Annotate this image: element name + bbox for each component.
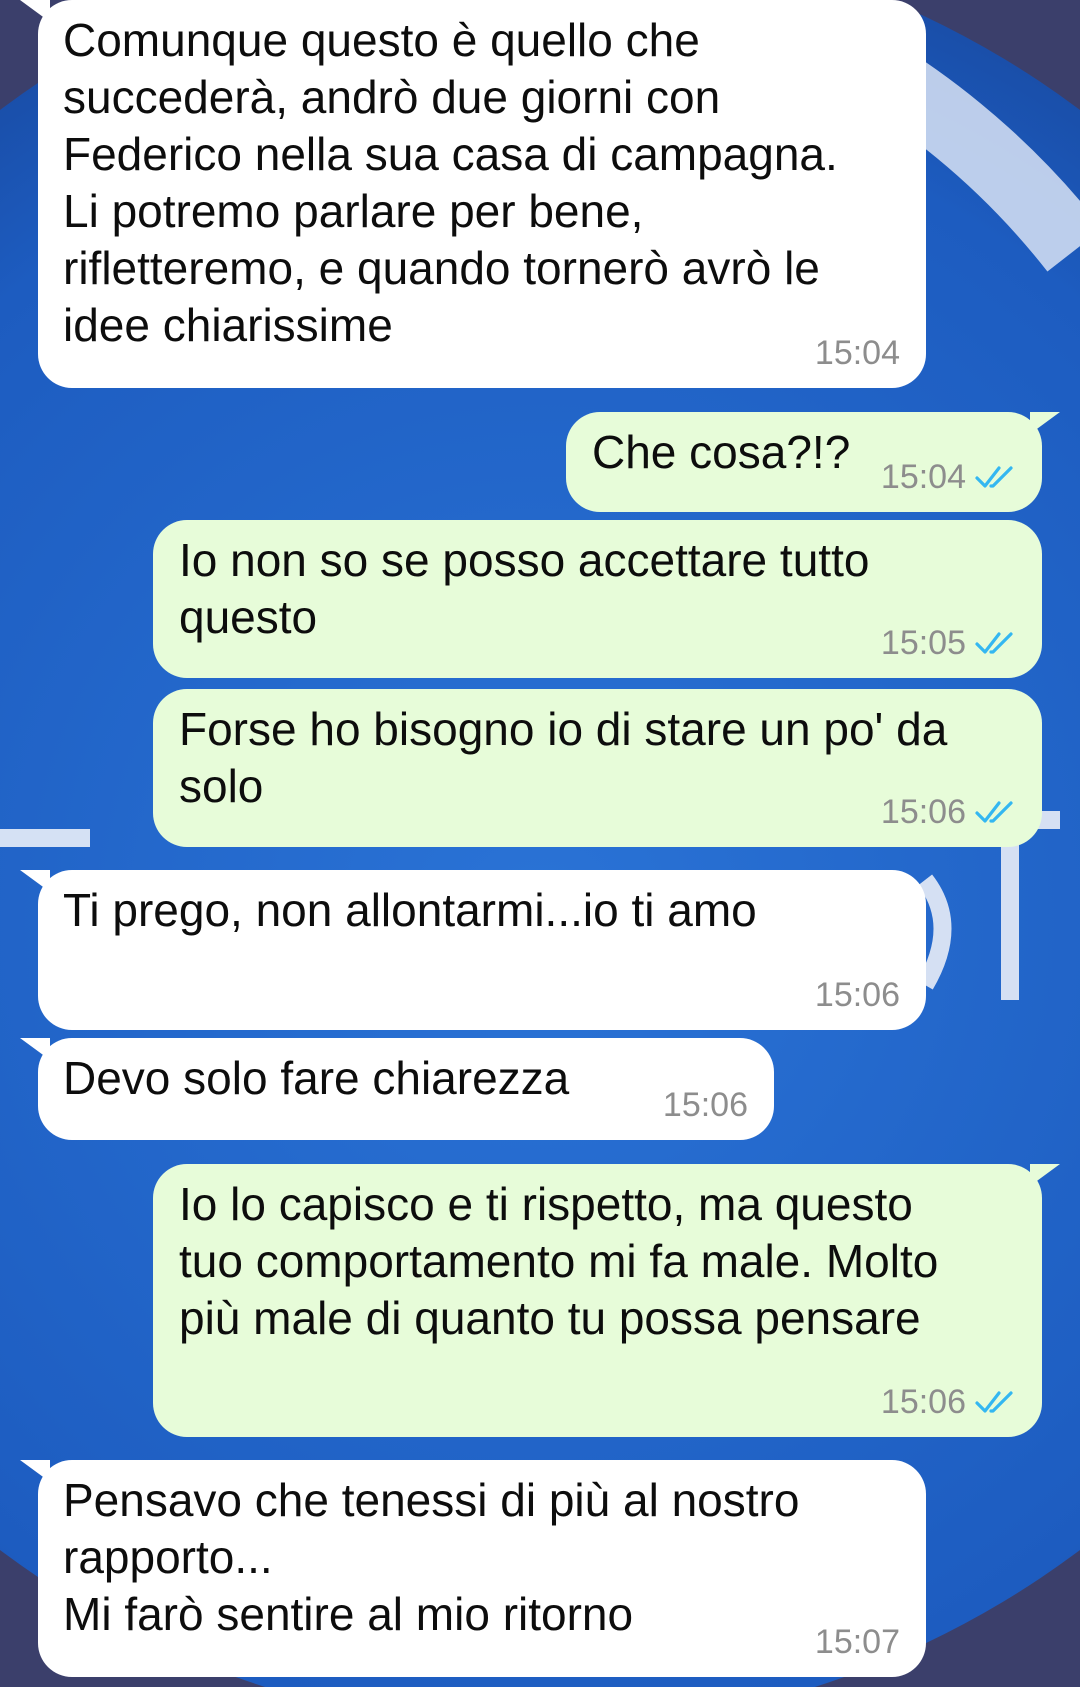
message-text: Devo solo fare chiarezza (63, 1052, 570, 1104)
message-text: Pensavo che tenessi di più al nostro rap… (63, 1474, 800, 1640)
message-timestamp: 15:05 (880, 624, 966, 662)
message-timestamp: 15:06 (814, 976, 900, 1014)
message-meta: 15:06 (881, 795, 1016, 829)
message-meta: 15:04 (881, 460, 1016, 494)
message-text: Ti prego, non allontarmi...io ti amo (63, 884, 757, 936)
message-bubble-incoming[interactable]: Pensavo che tenessi di più al nostro rap… (20, 1460, 926, 1677)
message-meta: 15:07 (815, 1625, 900, 1659)
message-timestamp: 15:04 (880, 458, 966, 496)
message-timestamp: 15:06 (880, 1383, 966, 1421)
message-bubble-incoming[interactable]: Ti prego, non allontarmi...io ti amo 15:… (20, 870, 926, 1030)
message-meta: 15:04 (815, 336, 900, 370)
message-meta: 15:06 (881, 1385, 1016, 1419)
message-bubble-outgoing[interactable]: Io non so se posso accettare tutto quest… (153, 520, 1042, 678)
double-check-icon (975, 632, 1013, 654)
message-meta: 15:06 (663, 1088, 748, 1122)
message-meta: 15:05 (881, 626, 1016, 660)
message-meta: 15:06 (815, 978, 900, 1012)
message-text: Io lo capisco e ti rispetto, ma questo t… (179, 1178, 939, 1344)
message-timestamp: 15:06 (662, 1086, 748, 1124)
message-bubble-incoming[interactable]: Devo solo fare chiarezza 15:06 (20, 1038, 774, 1140)
message-text: Comunque questo è quello che succederà, … (63, 14, 838, 351)
message-timestamp: 15:07 (814, 1623, 900, 1661)
message-bubble-incoming[interactable]: Comunque questo è quello che succederà, … (20, 0, 926, 388)
message-timestamp: 15:04 (814, 334, 900, 372)
message-timestamp: 15:06 (880, 793, 966, 831)
message-bubble-outgoing[interactable]: Forse ho bisogno io di stare un po' da s… (153, 689, 1042, 847)
double-check-icon (975, 1391, 1013, 1413)
double-check-icon (975, 801, 1013, 823)
message-bubble-outgoing[interactable]: Io lo capisco e ti rispetto, ma questo t… (153, 1164, 1060, 1437)
double-check-icon (975, 466, 1013, 488)
message-bubble-outgoing[interactable]: Che cosa?!? 15:04 (566, 412, 1060, 512)
